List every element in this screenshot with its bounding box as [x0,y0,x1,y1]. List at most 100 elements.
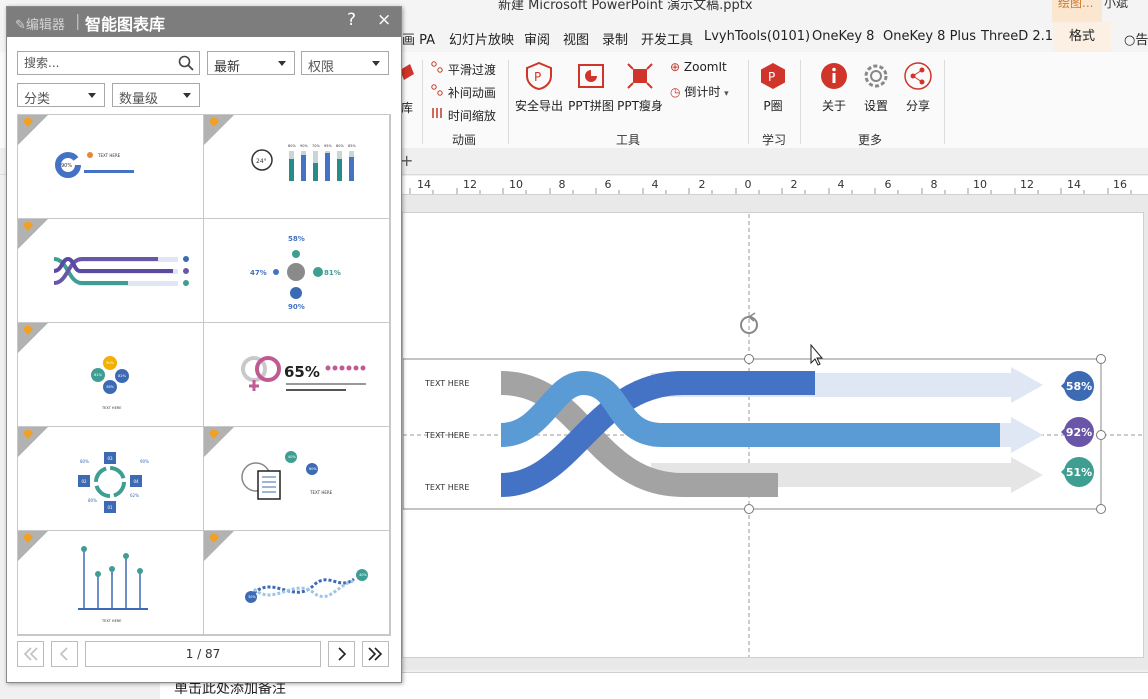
quantity-select[interactable]: 数量级 [112,83,200,107]
p-hexagon-icon: P [761,63,785,89]
thumb-arrow-pins: TEXT HERE [78,546,148,623]
tab-review[interactable]: 审阅 [524,29,550,48]
ppt-slim-button[interactable]: PPT瘦身 [617,62,663,114]
p-circle-label: P圈 [763,99,783,113]
last-page-button[interactable] [362,641,389,667]
svg-text:04: 04 [133,479,139,484]
share-button[interactable]: 分享 [902,62,934,114]
tab-onekey8plus[interactable]: OneKey 8 Plus [883,29,976,44]
thumb-24h-bars: 24° 80% 90% 70% 95% 80% 85% [251,144,356,181]
horizontal-ruler: 14 12 10 8 6 4 2 0 2 4 6 8 10 12 14 16 [402,176,1148,195]
ribbon-divider [944,60,945,144]
sort-select[interactable]: 最新 [207,51,295,75]
search-input[interactable] [18,52,190,74]
ruler-label: 14 [1067,178,1081,191]
ribbon-divider [800,60,801,144]
more-group-label: 更多 [858,133,883,147]
p-circle-button[interactable]: P P圈 [756,62,790,114]
settings-button[interactable]: 设置 [860,62,892,114]
thumbnail-card[interactable]: 40% 60% TEXT HERE [204,427,390,531]
search-icon[interactable] [178,55,194,71]
tab-view[interactable]: 视图 [563,29,589,48]
settings-label: 设置 [863,99,888,113]
tab-onekey8[interactable]: OneKey 8 [812,29,874,44]
thumbnail-card[interactable]: 24° 80% 90% 70% 95% 80% 85% [204,115,390,219]
thumbnail-card[interactable]: 90% TEXT HERE [18,115,204,219]
user-name[interactable]: 小斌 [1104,0,1128,11]
smooth-transition-button[interactable]: 平滑过渡 [430,60,496,78]
ruler-label: 10 [509,178,523,191]
thumb-dna-wave: 30% 40% [245,569,368,603]
zoom-plus-icon: ⊕ [670,60,681,74]
tab-tell-me-label: 告 [1135,33,1148,48]
svg-text:40%: 40% [359,573,367,577]
tab-slideshow[interactable]: 幻灯片放映 [449,29,514,48]
quantity-select-value: 数量级 [119,92,159,107]
row-label: TEXT HERE [424,483,469,492]
zoomit-button[interactable]: ⊕ ZoomIt [670,60,727,74]
ruler-label: 2 [699,178,706,191]
gear-icon [864,64,888,88]
first-page-button[interactable] [17,641,44,667]
editor-tab[interactable]: ✎编辑器 [15,14,65,33]
svg-text:80%: 80% [336,144,344,148]
svg-text:95%: 95% [324,144,332,148]
thumbnail-card[interactable]: 90% 81% 82% 58% TEXT HERE [18,323,204,427]
library-button-label: 库 [400,101,413,115]
about-button[interactable]: 关于 [818,62,850,114]
chevron-down-icon: ▾ [724,89,729,99]
thumb-label: TEXT HERE [101,406,121,410]
thumbnail-card[interactable]: 58% 47% 81% 90% [204,219,390,323]
panel-header: ✎编辑器 | 智能图表库 ? × [7,7,401,37]
tab-lvyhtools[interactable]: LvyhTools(0101) [704,29,810,44]
help-button[interactable]: ? [347,10,356,30]
badge-51: 51% [1061,457,1094,487]
tab-tell-me[interactable]: ○告 [1124,29,1148,48]
category-select[interactable]: 分类 [17,83,105,107]
editor-label: 编辑器 [25,18,65,33]
thumbnail-card[interactable]: 30% 40% [204,531,390,635]
thumbnail-card[interactable]: TEXT HERE [18,531,204,635]
double-chevron-right-icon [368,647,383,661]
compress-icon [627,63,653,89]
ppt-puzzle-button[interactable]: PPT拼图 [568,62,614,114]
slide[interactable]: TEXT HERE TEXT HERE TEXT HERE 58% 92% 51… [402,193,1144,658]
prev-page-button[interactable] [51,641,78,667]
sort-select-value: 最新 [214,60,241,75]
close-button[interactable]: × [377,10,391,30]
tab-threed[interactable]: ThreeD 2.1 [981,29,1053,44]
countdown-button[interactable]: ◷ 倒计时 ▾ [670,83,729,100]
safe-export-button[interactable]: P 安全导出 [514,61,564,114]
tab-developer[interactable]: 开发工具 [641,29,693,48]
page-indicator: 1 / 87 [85,641,321,667]
thumb-label: TEXT HERE [97,153,121,158]
thumb-label: 24° [256,158,267,165]
ruler-label: 10 [973,178,987,191]
ruler-label: 12 [1020,178,1034,191]
badge-92: 92% [1061,417,1094,447]
svg-text:62%: 62% [130,493,139,498]
pagination: 1 / 87 [17,641,389,669]
thumbnail-card[interactable]: 65% [204,323,390,427]
svg-text:81%: 81% [94,373,102,377]
svg-text:80%: 80% [88,498,97,503]
permission-select[interactable]: 权限 [301,51,389,75]
clock-icon: ◷ [670,85,681,99]
context-tab-label[interactable]: 绘图... [1058,0,1093,11]
chevron-right-icon [338,647,347,661]
countdown-label: 倒计时 [684,85,721,99]
add-tab-icon[interactable]: + [400,151,413,170]
next-page-button[interactable] [328,641,355,667]
thumb-document-circles: 40% 60% TEXT HERE [241,451,333,500]
tab-animation[interactable]: 画 PA [402,29,435,48]
ribbon-divider [508,60,509,144]
smooth-transition-icon [431,61,443,73]
tab-record[interactable]: 录制 [602,29,628,48]
tween-animation-button[interactable]: 补间动画 [430,83,496,101]
ribbon-divider [748,60,749,144]
infographic-braided-bars[interactable]: TEXT HERE TEXT HERE TEXT HERE 58% 92% 51… [402,193,1143,657]
thumbnail-card[interactable]: 03 02 04 01 80% 90% 62% 80% [18,427,204,531]
tab-format[interactable]: 格式 [1053,22,1111,52]
time-scale-button[interactable]: 时间缩放 [430,106,496,124]
thumbnail-card[interactable] [18,219,204,323]
